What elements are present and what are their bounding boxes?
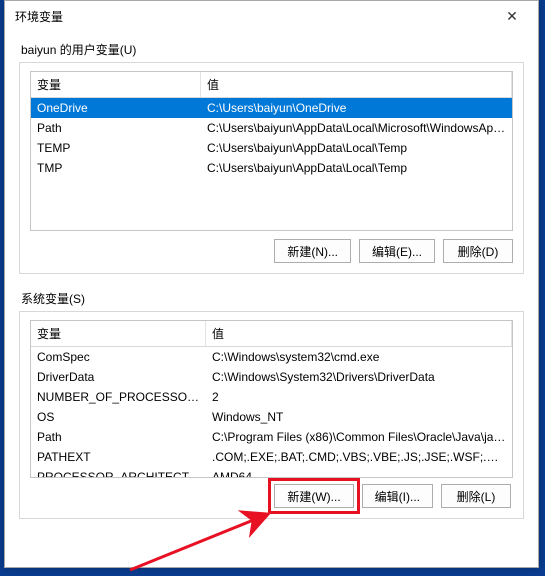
cell-variable: DriverData bbox=[31, 367, 206, 387]
close-icon: ✕ bbox=[506, 8, 518, 25]
col-header-value[interactable]: 值 bbox=[201, 72, 512, 97]
window-title: 环境变量 bbox=[15, 8, 63, 25]
cell-variable: TMP bbox=[31, 158, 201, 178]
window-body: baiyun 的用户变量(U) 变量 值 OneDriveC:\Users\ba… bbox=[5, 31, 538, 529]
col-header-variable[interactable]: 变量 bbox=[31, 321, 206, 346]
env-vars-window: 环境变量 ✕ baiyun 的用户变量(U) 变量 值 OneDriveC:\U… bbox=[4, 0, 539, 568]
sys-vars-label: 系统变量(S) bbox=[21, 290, 524, 307]
list-header: 变量 值 bbox=[31, 321, 512, 347]
sys-edit-button[interactable]: 编辑(I)... bbox=[362, 484, 433, 508]
cell-variable: OneDrive bbox=[31, 98, 201, 118]
cell-variable: Path bbox=[31, 427, 206, 447]
table-row[interactable]: ComSpecC:\Windows\system32\cmd.exe bbox=[31, 347, 512, 367]
table-row[interactable]: TMPC:\Users\baiyun\AppData\Local\Temp bbox=[31, 158, 512, 178]
close-button[interactable]: ✕ bbox=[492, 2, 532, 30]
cell-value: C:\Users\baiyun\OneDrive bbox=[201, 98, 512, 118]
table-row[interactable]: DriverDataC:\Windows\System32\Drivers\Dr… bbox=[31, 367, 512, 387]
user-new-button[interactable]: 新建(N)... bbox=[274, 239, 351, 263]
table-row[interactable]: NUMBER_OF_PROCESSORS2 bbox=[31, 387, 512, 407]
cell-variable: ComSpec bbox=[31, 347, 206, 367]
user-vars-group: 变量 值 OneDriveC:\Users\baiyun\OneDrivePat… bbox=[19, 62, 524, 274]
table-row[interactable]: TEMPC:\Users\baiyun\AppData\Local\Temp bbox=[31, 138, 512, 158]
cell-variable: Path bbox=[31, 118, 201, 138]
cell-value: C:\Windows\System32\Drivers\DriverData bbox=[206, 367, 512, 387]
table-row[interactable]: PathC:\Program Files (x86)\Common Files\… bbox=[31, 427, 512, 447]
cell-value: C:\Program Files (x86)\Common Files\Orac… bbox=[206, 427, 512, 447]
table-row[interactable]: PROCESSOR_ARCHITECT...AMD64 bbox=[31, 467, 512, 478]
table-row[interactable]: OSWindows_NT bbox=[31, 407, 512, 427]
cell-variable: OS bbox=[31, 407, 206, 427]
cell-value: .COM;.EXE;.BAT;.CMD;.VBS;.VBE;.JS;.JSE;.… bbox=[206, 447, 512, 467]
cell-value: AMD64 bbox=[206, 467, 512, 478]
list-header: 变量 值 bbox=[31, 72, 512, 98]
sys-delete-button[interactable]: 删除(L) bbox=[441, 484, 511, 508]
user-btn-row: 新建(N)... 编辑(E)... 删除(D) bbox=[30, 239, 513, 263]
user-vars-label: baiyun 的用户变量(U) bbox=[21, 41, 524, 58]
cell-variable: TEMP bbox=[31, 138, 201, 158]
table-row[interactable]: PathC:\Users\baiyun\AppData\Local\Micros… bbox=[31, 118, 512, 138]
titlebar: 环境变量 ✕ bbox=[5, 1, 538, 31]
cell-variable: PROCESSOR_ARCHITECT... bbox=[31, 467, 206, 478]
cell-value: C:\Users\baiyun\AppData\Local\Temp bbox=[201, 158, 512, 178]
cell-value: C:\Windows\system32\cmd.exe bbox=[206, 347, 512, 367]
sys-new-button[interactable]: 新建(W)... bbox=[274, 484, 353, 508]
col-header-value[interactable]: 值 bbox=[206, 321, 512, 346]
cell-value: C:\Users\baiyun\AppData\Local\Temp bbox=[201, 138, 512, 158]
cell-value: Windows_NT bbox=[206, 407, 512, 427]
cell-variable: NUMBER_OF_PROCESSORS bbox=[31, 387, 206, 407]
cell-value: C:\Users\baiyun\AppData\Local\Microsoft\… bbox=[201, 118, 512, 138]
cell-value: 2 bbox=[206, 387, 512, 407]
cell-variable: PATHEXT bbox=[31, 447, 206, 467]
user-vars-list[interactable]: 变量 值 OneDriveC:\Users\baiyun\OneDrivePat… bbox=[30, 71, 513, 231]
sys-vars-list[interactable]: 变量 值 ComSpecC:\Windows\system32\cmd.exeD… bbox=[30, 320, 513, 478]
col-header-variable[interactable]: 变量 bbox=[31, 72, 201, 97]
user-edit-button[interactable]: 编辑(E)... bbox=[359, 239, 435, 263]
user-delete-button[interactable]: 删除(D) bbox=[443, 239, 513, 263]
table-row[interactable]: PATHEXT.COM;.EXE;.BAT;.CMD;.VBS;.VBE;.JS… bbox=[31, 447, 512, 467]
sys-vars-group: 变量 值 ComSpecC:\Windows\system32\cmd.exeD… bbox=[19, 311, 524, 519]
sys-btn-row: 新建(W)... 编辑(I)... 删除(L) bbox=[30, 484, 513, 508]
table-row[interactable]: OneDriveC:\Users\baiyun\OneDrive bbox=[31, 98, 512, 118]
